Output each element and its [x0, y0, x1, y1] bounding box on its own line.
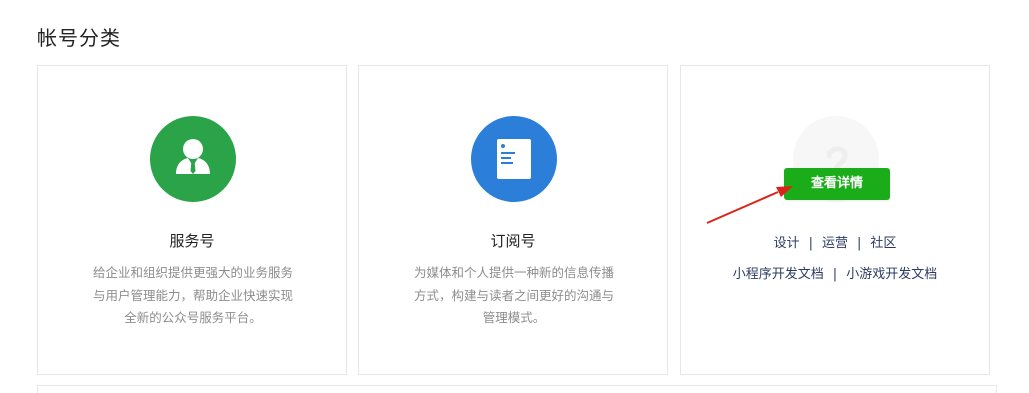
subscription-account-description: 为媒体和个人提供一种新的信息传播 方式，构建与读者之间更好的沟通与 管理模式。 — [399, 262, 629, 330]
next-section-edge — [37, 385, 997, 393]
description-line: 方式，构建与读者之间更好的沟通与 — [413, 287, 614, 303]
mini-game-docs-link[interactable]: 小游戏开发文档 — [846, 267, 937, 282]
service-account-description: 给企业和组织提供更强大的业务服务 与用户管理能力，帮助企业快速实现 全新的公众号… — [78, 262, 308, 330]
service-account-card[interactable]: 服务号 给企业和组织提供更强大的业务服务 与用户管理能力，帮助企业快速实现 全新… — [37, 65, 347, 375]
red-arrow-annotation — [706, 186, 793, 224]
mini-program-docs-link[interactable]: 小程序开发文档 — [733, 267, 824, 282]
description-line: 全新的公众号服务平台。 — [124, 310, 262, 325]
account-category-page: 帐号分类 服务号 给企业和组织提供更强大的业务服务 与用户管理能力，帮助企业快速… — [0, 0, 1029, 393]
community-link[interactable]: 社区 — [870, 236, 896, 251]
mini-program-links-row: 设计 | 运营 | 社区 — [681, 232, 989, 251]
description-line: 为媒体和个人提供一种新的信息传播 — [413, 265, 614, 280]
subscription-account-card[interactable]: 订阅号 为媒体和个人提供一种新的信息传播 方式，构建与读者之间更好的沟通与 管理… — [358, 65, 668, 375]
description-line: 与用户管理能力，帮助企业快速实现 — [92, 287, 293, 303]
description-line: 管理模式。 — [482, 310, 546, 325]
link-separator: | — [832, 267, 838, 282]
subscription-account-icon — [471, 116, 557, 202]
design-link[interactable]: 设计 — [774, 236, 800, 251]
link-separator: | — [857, 236, 862, 251]
mini-program-docs-row: 小程序开发文档 | 小游戏开发文档 — [681, 263, 989, 282]
link-separator: | — [808, 236, 813, 251]
service-account-name: 服务号 — [169, 232, 215, 250]
subscription-account-name: 订阅号 — [490, 232, 536, 250]
section-title: 帐号分类 — [37, 26, 121, 50]
description-line: 给企业和组织提供更强大的业务服务 — [92, 265, 293, 280]
operation-link[interactable]: 运营 — [822, 236, 848, 251]
service-account-icon — [150, 116, 236, 202]
